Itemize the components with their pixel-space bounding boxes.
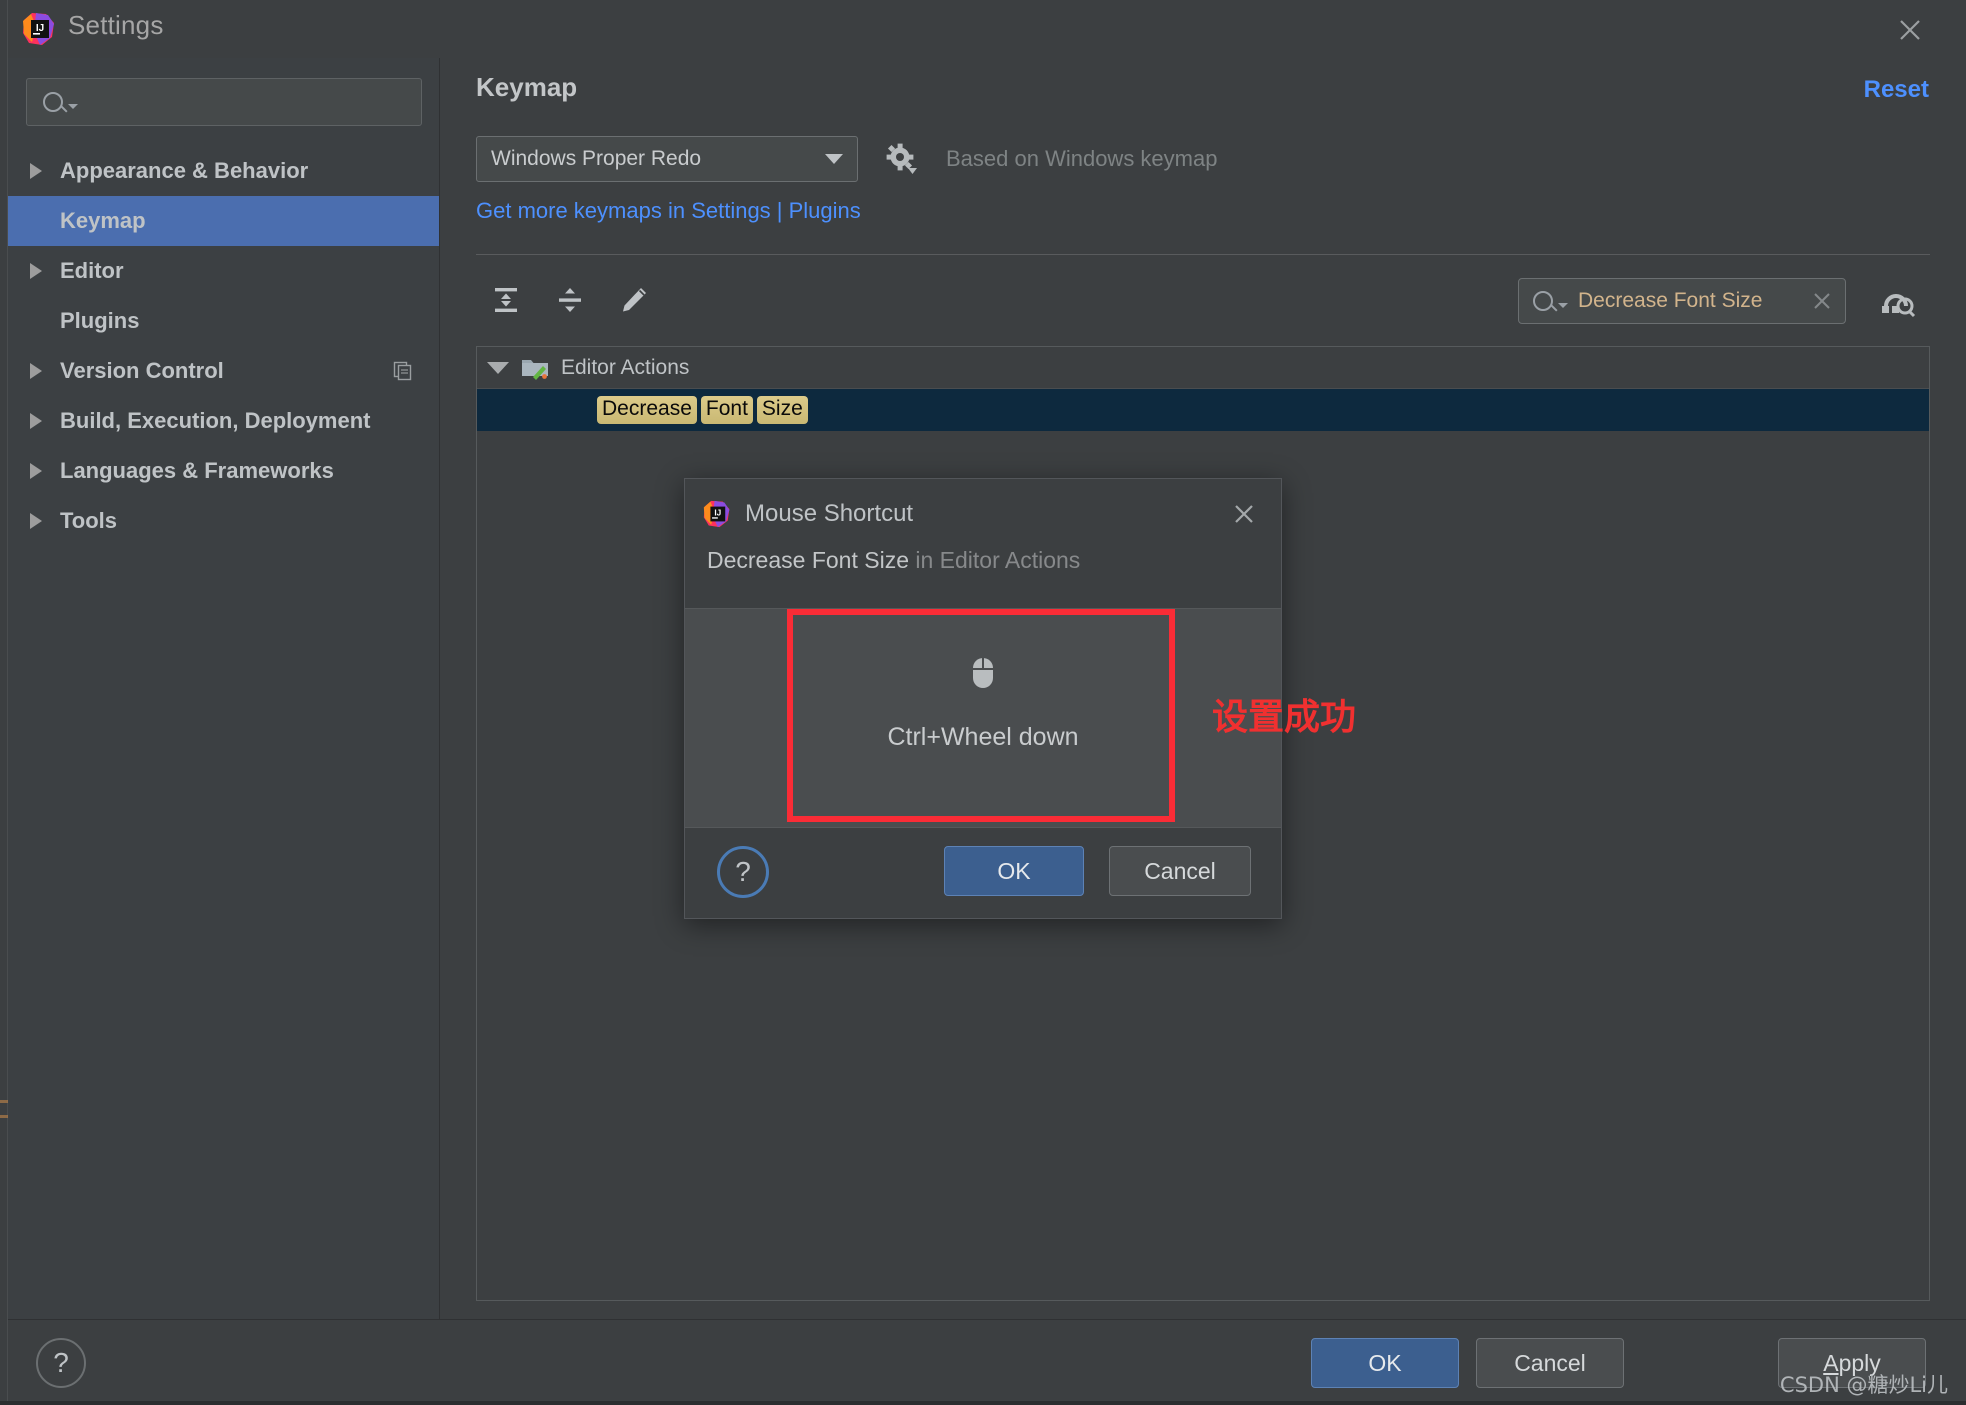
sidebar-item-label: Version Control — [60, 358, 224, 383]
sidebar-item-label: Build, Execution, Deployment — [60, 408, 371, 433]
chevron-right-icon — [30, 363, 42, 379]
keymap-selector-row: Windows Proper Redo Based on Windows key… — [476, 136, 1217, 182]
intellij-idea-logo: IJ — [22, 12, 56, 46]
chevron-right-icon — [30, 413, 42, 429]
page-title: Keymap — [476, 72, 578, 102]
chevron-right-icon — [30, 463, 42, 479]
title-bar: IJ Settings — [8, 0, 1966, 58]
reset-link[interactable]: Reset — [1864, 76, 1929, 104]
get-more-keymaps-link[interactable]: Get more keymaps in Settings | Plugins — [476, 198, 861, 224]
dialog-title-bar: IJ Mouse Shortcut — [685, 479, 1281, 549]
sidebar-item-build-execution-deployment[interactable]: Build, Execution, Deployment — [8, 396, 439, 446]
clear-icon[interactable] — [1809, 288, 1835, 314]
copy-icon[interactable] — [393, 361, 413, 381]
divider — [476, 254, 1930, 255]
chevron-down-icon — [68, 103, 78, 109]
sidebar-item-label: Appearance & Behavior — [60, 158, 309, 183]
mouse-wheel-icon — [971, 657, 995, 693]
dialog-ok-button[interactable]: OK — [944, 846, 1084, 896]
chevron-right-icon — [30, 163, 42, 179]
help-button[interactable]: ? — [36, 1338, 86, 1388]
background-window-strip — [0, 1401, 1966, 1405]
keymap-combobox[interactable]: Windows Proper Redo — [476, 136, 858, 182]
dialog-bottom-bar: ? OK Cancel Apply CSDN @糖炒Li儿 — [8, 1319, 1966, 1405]
search-input[interactable] — [78, 91, 421, 113]
sidebar-item-version-control[interactable]: Version Control — [8, 346, 439, 396]
background-ide-sliver — [0, 0, 8, 1405]
search-icon — [1533, 291, 1553, 311]
tree-group-editor-actions[interactable]: Editor Actions — [477, 347, 1929, 389]
collapse-all-icon[interactable] — [546, 276, 594, 324]
keymap-toolbar — [482, 276, 658, 324]
sidebar-search[interactable] — [26, 78, 422, 126]
sidebar-item-languages-frameworks[interactable]: Languages & Frameworks — [8, 446, 439, 496]
filter-by-shortcut-icon[interactable] — [1874, 282, 1918, 322]
dialog-action-name: Decrease Font Size — [707, 547, 909, 573]
expand-all-icon[interactable] — [482, 276, 530, 324]
chevron-down-icon — [1558, 302, 1568, 308]
annotation-highlight-box — [787, 609, 1175, 822]
dialog-cancel-button[interactable]: Cancel — [1109, 846, 1251, 896]
based-on-keymap-text: Based on Windows keymap — [946, 146, 1218, 171]
dialog-action-context: in Editor Actions — [915, 547, 1081, 573]
search-icon — [43, 92, 63, 112]
sidebar-item-label: Editor — [60, 258, 124, 283]
shortcut-value: Ctrl+Wheel down — [887, 723, 1079, 751]
dialog-footer: ? OK Cancel — [685, 826, 1281, 918]
highlight-token: Font — [700, 396, 753, 424]
highlight-token: Size — [756, 396, 808, 424]
sidebar-item-label: Tools — [60, 508, 118, 533]
edit-shortcut-icon[interactable] — [610, 276, 658, 324]
close-icon[interactable] — [1890, 10, 1930, 50]
tree-row-decrease-font-size[interactable]: Decrease Font Size — [477, 389, 1929, 431]
sidebar-item-appearance-behavior[interactable]: Appearance & Behavior — [8, 146, 439, 196]
chevron-right-icon — [30, 513, 42, 529]
sidebar-nav: Appearance & Behavior Keymap Editor Plug… — [8, 146, 439, 546]
help-button[interactable]: ? — [717, 846, 769, 898]
dialog-title: Mouse Shortcut — [745, 500, 914, 527]
svg-text:IJ: IJ — [714, 509, 721, 518]
window-title: Settings — [68, 10, 164, 40]
shortcut-capture-area[interactable]: Ctrl+Wheel down — [685, 608, 1281, 828]
sidebar-item-editor[interactable]: Editor — [8, 246, 439, 296]
tree-group-label: Editor Actions — [561, 355, 690, 379]
close-icon[interactable] — [1227, 497, 1261, 531]
ok-button[interactable]: OK — [1311, 1338, 1459, 1388]
svg-text:IJ: IJ — [36, 23, 44, 34]
chevron-down-icon[interactable] — [487, 361, 509, 374]
annotation-text: 设置成功 — [1212, 697, 1357, 738]
sidebar-item-label: Plugins — [60, 308, 140, 333]
settings-sidebar: Appearance & Behavior Keymap Editor Plug… — [8, 58, 440, 1319]
dialog-subtitle: Decrease Font Size in Editor Actions — [685, 547, 1281, 574]
editor-actions-folder-icon — [521, 356, 549, 380]
mouse-shortcut-dialog: IJ Mouse Shortcut Decrease Font Size in … — [684, 478, 1282, 919]
action-search-field[interactable]: Decrease Font Size — [1518, 278, 1846, 324]
watermark: CSDN @糖炒Li儿 — [1779, 1373, 1948, 1397]
keymap-combobox-value: Windows Proper Redo — [491, 147, 702, 170]
gear-icon[interactable] — [884, 141, 920, 177]
sidebar-item-plugins[interactable]: Plugins — [8, 296, 439, 346]
settings-window: IJ Settings Appearance & Behavior Keymap… — [0, 0, 1966, 1405]
intellij-idea-logo: IJ — [703, 500, 731, 528]
cancel-button[interactable]: Cancel — [1476, 1338, 1624, 1388]
chevron-right-icon — [30, 263, 42, 279]
sidebar-item-label: Keymap — [60, 208, 146, 233]
highlight-token: Decrease — [597, 396, 697, 424]
chevron-down-icon — [825, 154, 843, 164]
sidebar-item-label: Languages & Frameworks — [60, 458, 334, 483]
sidebar-item-keymap[interactable]: Keymap — [8, 196, 439, 246]
sidebar-item-tools[interactable]: Tools — [8, 496, 439, 546]
highlighted-action-name: Decrease Font Size — [597, 396, 808, 424]
action-search-value: Decrease Font Size — [1578, 289, 1763, 312]
